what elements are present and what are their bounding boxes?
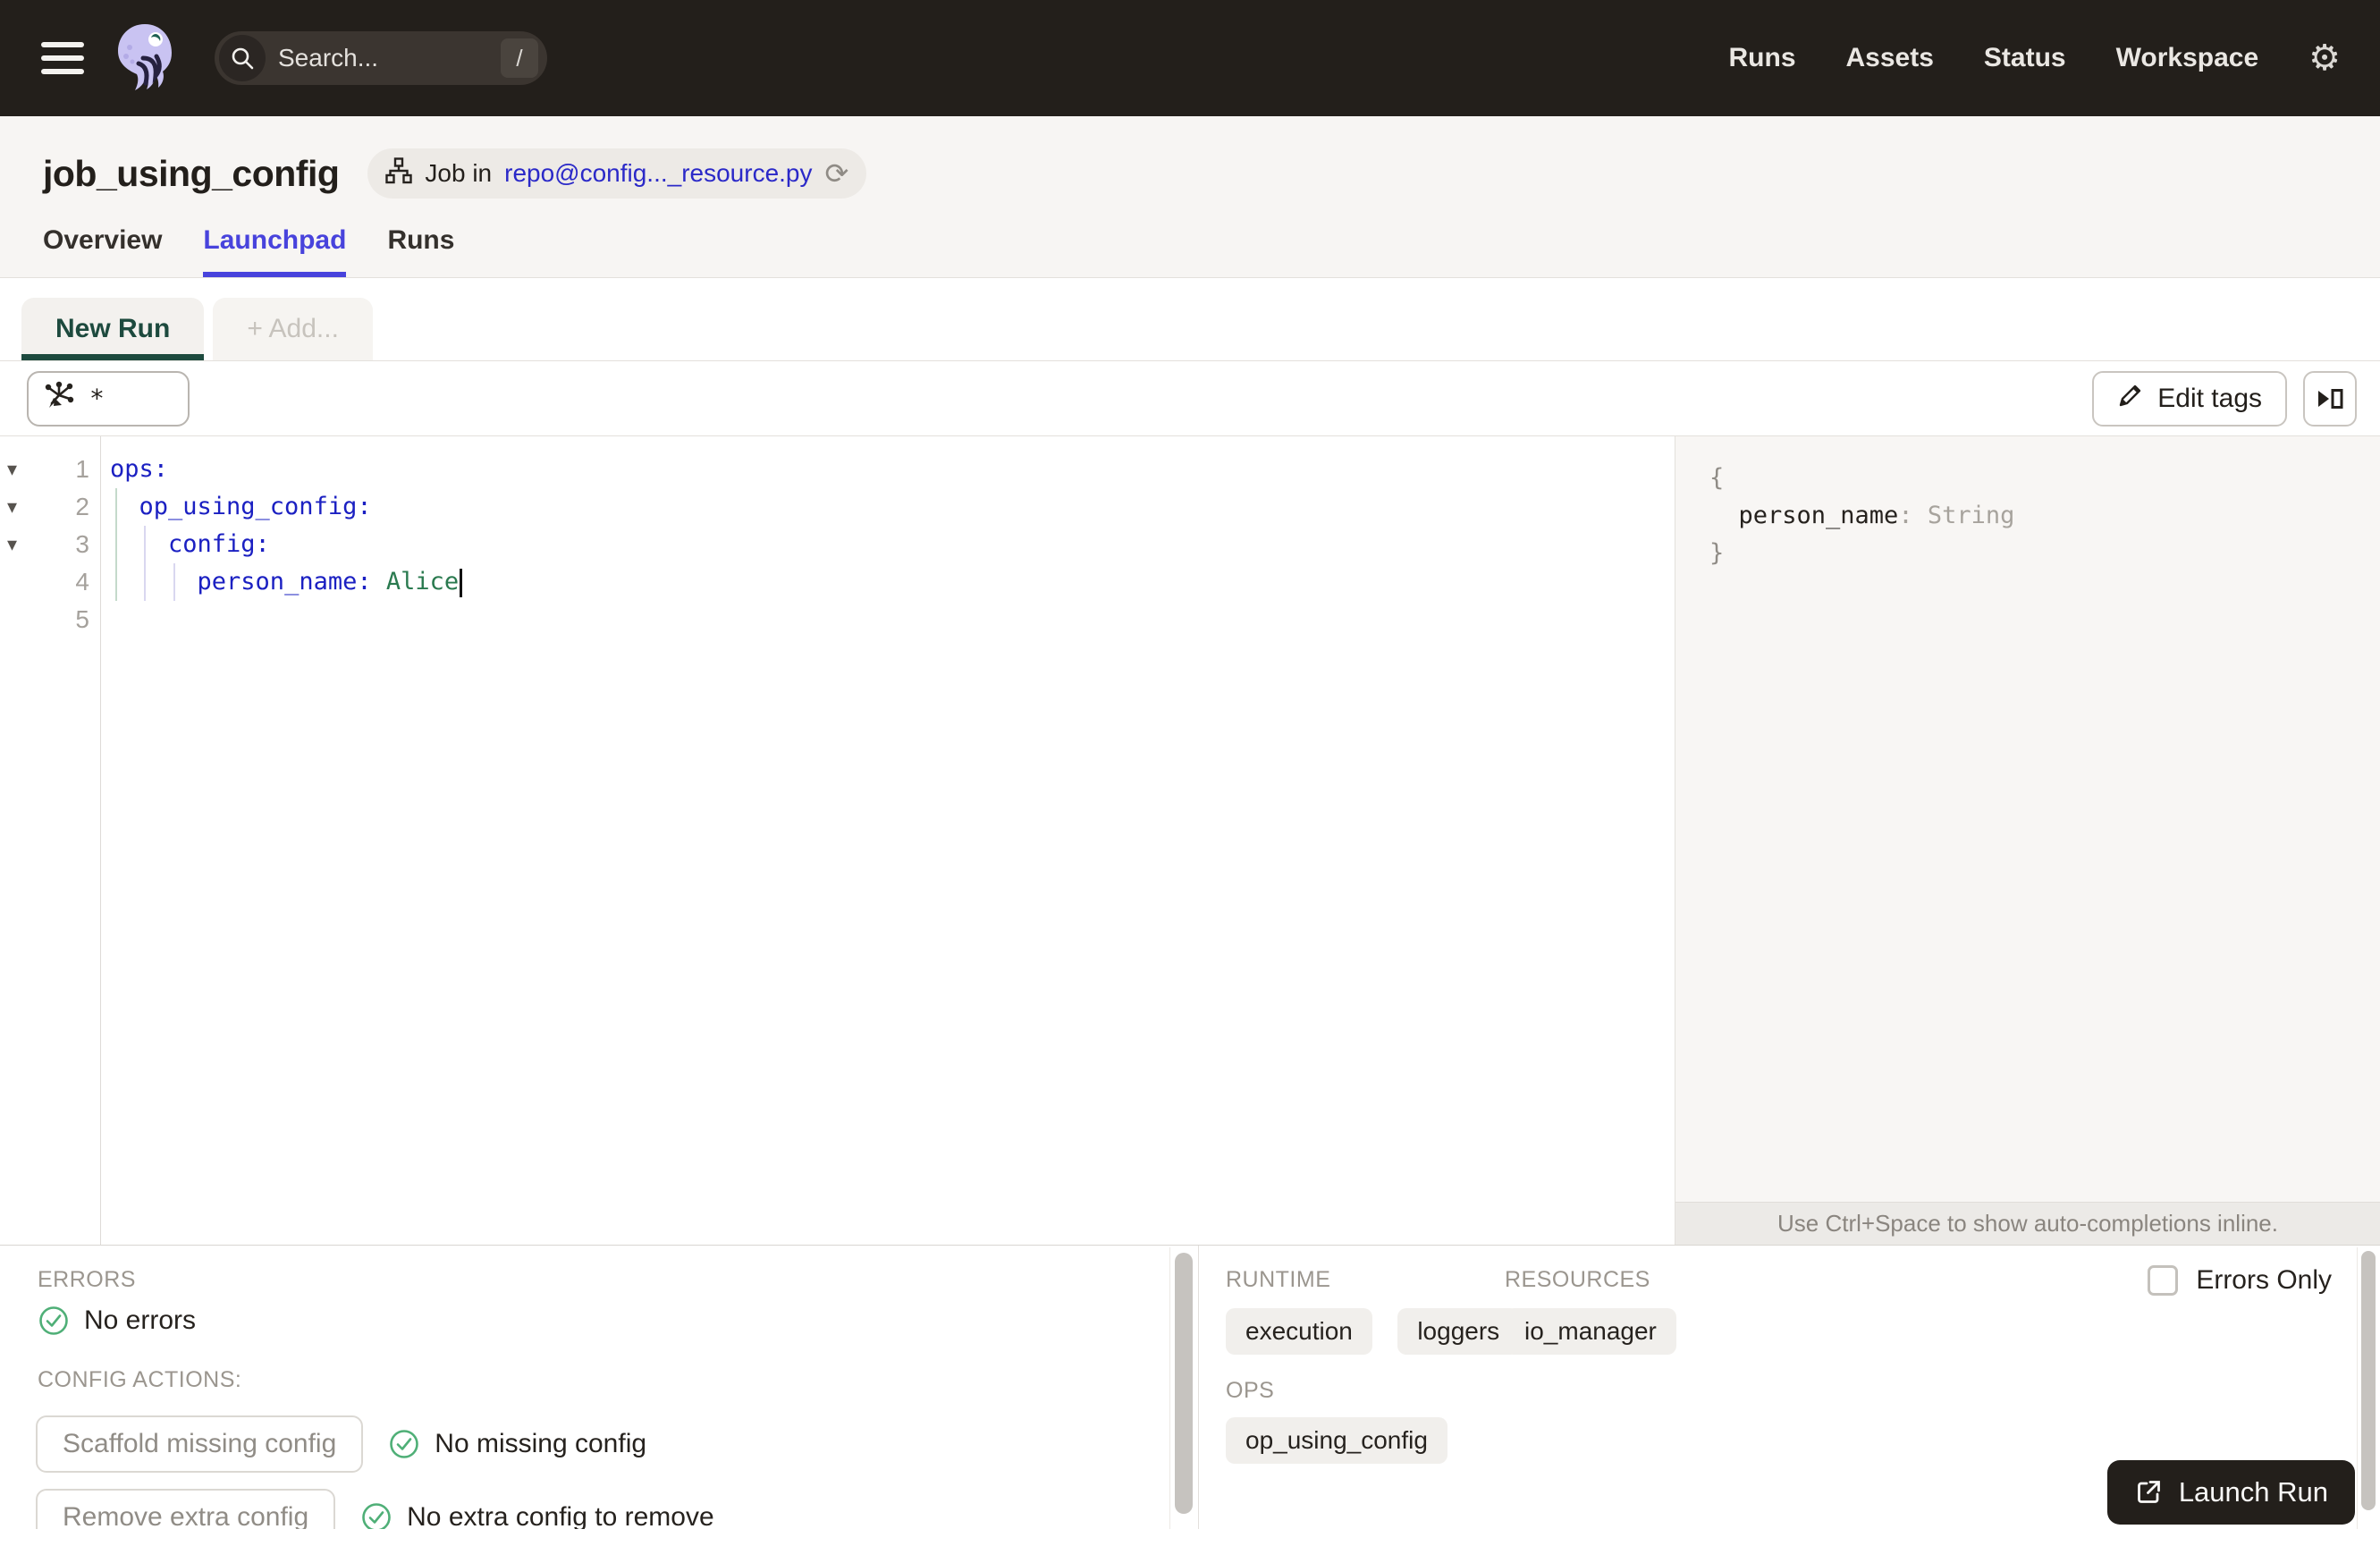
job-origin-pill: Job in repo@config..._resource.py ⟳ (367, 148, 867, 199)
launchpad-config-tabs: New Run + Add... (0, 278, 2380, 361)
toggle-second-panel-button[interactable] (2303, 370, 2357, 427)
line-number: 3 (75, 530, 89, 558)
tab-runs[interactable]: Runs (387, 225, 454, 277)
nav-link-runs[interactable]: Runs (1729, 43, 1796, 73)
code-line-3: config: (168, 530, 270, 558)
tag-op-using-config: op_using_config (1226, 1417, 1447, 1464)
runtime-tags: execution loggers (1226, 1308, 1540, 1355)
page-title: job_using_config (43, 152, 340, 194)
job-tabs: Overview Launchpad Runs (0, 199, 2380, 277)
schema-key: person_name (1738, 502, 1899, 529)
yaml-code-area[interactable]: ops: op_using_config: config: person_nam… (101, 436, 1675, 1245)
tab-overview[interactable]: Overview (43, 225, 162, 277)
scaffold-config-row: Scaffold missing config No missing confi… (36, 1415, 646, 1473)
errors-panel: ERRORS No errors CONFIG ACTIONS: Scaffol… (0, 1246, 1199, 1529)
autocomplete-hint: Use Ctrl+Space to show auto-completions … (1675, 1202, 2380, 1245)
search-icon (219, 35, 266, 81)
code-line-4: person_name: Alice (110, 563, 1675, 601)
launch-run-button[interactable]: Launch Run (2106, 1460, 2355, 1525)
search-bar[interactable]: / (215, 31, 547, 85)
external-link-icon (2137, 1481, 2160, 1503)
nav-link-workspace[interactable]: Workspace (2116, 43, 2259, 73)
runtime-label: RUNTIME (1226, 1267, 1331, 1292)
text-cursor (460, 568, 463, 597)
errors-only-toggle[interactable]: Errors Only (2148, 1265, 2332, 1296)
bottom-panel: ERRORS No errors CONFIG ACTIONS: Scaffol… (0, 1245, 2380, 1529)
fold-arrow-icon[interactable]: ▾ (7, 526, 32, 563)
no-errors-status: No errors (38, 1305, 196, 1337)
launchpad-toolbar: * Edit tags (0, 361, 2380, 436)
ops-label: OPS (1226, 1378, 1275, 1403)
tag-execution: execution (1226, 1308, 1372, 1355)
reload-repo-icon[interactable]: ⟳ (825, 159, 849, 188)
job-graph-icon (385, 156, 413, 190)
no-extra-config-status: No extra config to remove (360, 1501, 714, 1529)
check-circle-icon (390, 1430, 419, 1458)
config-editor: ▾ ▾ ▾ 1 2 3 4 5 ops: op_using_config: co… (0, 436, 1675, 1245)
summary-panel-scrollbar[interactable] (2357, 1247, 2380, 1529)
nav-link-status[interactable]: Status (1984, 43, 2066, 73)
dagster-logo-icon[interactable] (109, 21, 181, 96)
page-header: job_using_config Job in repo@config..._r… (0, 116, 2380, 278)
errors-label: ERRORS (38, 1267, 136, 1292)
code-line-1: ops: (110, 455, 169, 483)
search-shortcut-badge: / (501, 38, 538, 78)
no-missing-config-status: No missing config (388, 1428, 646, 1460)
fold-arrow-icon[interactable]: ▾ (7, 488, 32, 526)
line-numbers: 1 2 3 4 5 (32, 451, 100, 1245)
pencil-icon (2117, 382, 2144, 416)
split-panel-icon (2318, 388, 2343, 409)
config-tab-new-run[interactable]: New Run (21, 298, 205, 360)
tag-loggers: loggers (1397, 1308, 1520, 1355)
fold-column: ▾ ▾ ▾ (0, 451, 32, 1245)
schema-body: { person_name: String } (1709, 464, 2015, 567)
line-number: 1 (75, 455, 89, 483)
remove-config-row: Remove extra config No extra config to r… (36, 1489, 714, 1529)
config-actions-label: CONFIG ACTIONS: (38, 1367, 242, 1392)
nav-link-assets[interactable]: Assets (1846, 43, 1934, 73)
fold-arrow-icon[interactable]: ▾ (7, 451, 32, 488)
line-number: 4 (75, 568, 89, 596)
editor-split: ▾ ▾ ▾ 1 2 3 4 5 ops: op_using_config: co… (0, 436, 2380, 1245)
search-input[interactable] (266, 44, 501, 72)
top-nav-bar: / Runs Assets Status Workspace ⚙ (0, 0, 2380, 116)
scrollbar-thumb[interactable] (2361, 1251, 2376, 1510)
errors-only-checkbox[interactable] (2148, 1265, 2179, 1296)
config-tab-add[interactable]: + Add... (213, 298, 373, 360)
settings-gear-icon[interactable]: ⚙ (2308, 40, 2341, 76)
resources-label: RESOURCES (1505, 1267, 1650, 1292)
schema-type: String (1927, 502, 2015, 529)
remove-extra-config-button[interactable]: Remove extra config (36, 1489, 336, 1529)
menu-icon[interactable] (41, 42, 84, 74)
edit-tags-button[interactable]: Edit tags (2092, 370, 2287, 427)
errors-only-label: Errors Only (2196, 1265, 2332, 1295)
op-selector-value: * (89, 384, 105, 413)
scrollbar-thumb[interactable] (1175, 1253, 1193, 1514)
check-circle-icon (39, 1306, 68, 1335)
repo-link[interactable]: repo@config..._resource.py (504, 159, 812, 188)
resource-tags: io_manager (1505, 1308, 1698, 1355)
errors-panel-scrollbar[interactable] (1169, 1247, 1198, 1529)
scaffold-missing-config-button[interactable]: Scaffold missing config (36, 1415, 364, 1473)
job-origin-prefix: Job in (425, 159, 493, 187)
op-selector-input[interactable]: * (27, 370, 190, 427)
tag-io-manager: io_manager (1505, 1308, 1676, 1355)
run-config-summary-panel: RUNTIME execution loggers RESOURCES io_m… (1199, 1246, 2380, 1529)
editor-gutter: ▾ ▾ ▾ 1 2 3 4 5 (0, 436, 101, 1245)
op-graph-icon (43, 379, 75, 418)
line-number: 5 (75, 605, 89, 633)
code-line-2: op_using_config: (139, 493, 372, 520)
config-schema-panel: { person_name: String } Use Ctrl+Space t… (1675, 436, 2380, 1245)
op-tags: op_using_config (1226, 1417, 1469, 1464)
tab-launchpad[interactable]: Launchpad (203, 225, 346, 277)
check-circle-icon (362, 1503, 391, 1529)
line-number: 2 (75, 493, 89, 520)
top-nav-links: Runs Assets Status Workspace (1729, 43, 2259, 73)
